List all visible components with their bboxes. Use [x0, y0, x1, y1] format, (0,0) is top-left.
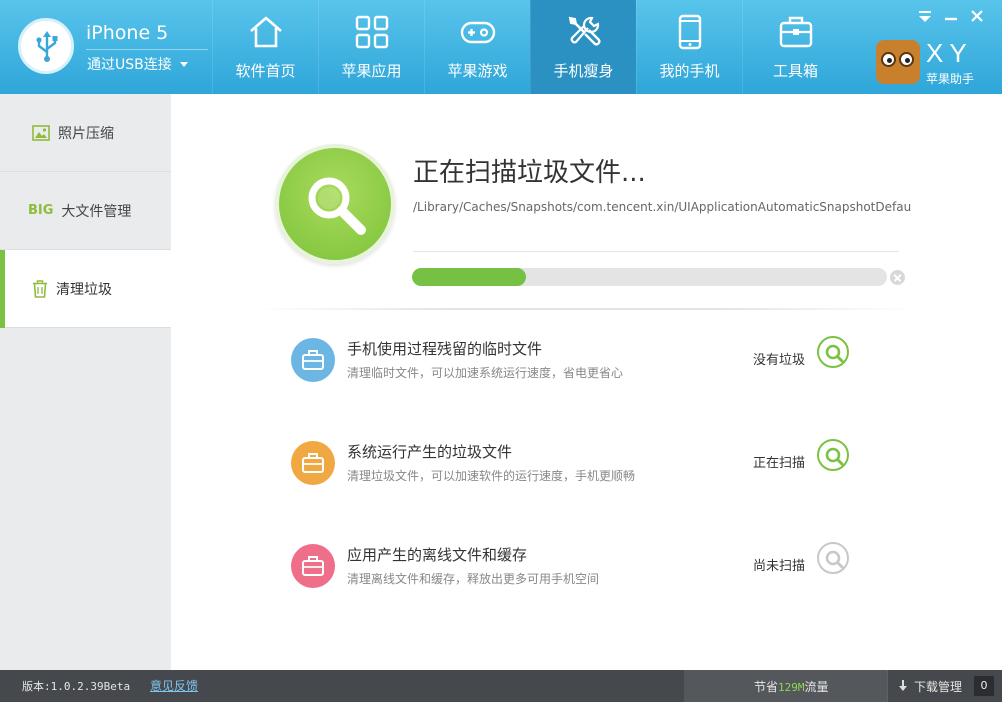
apps-grid-icon [355, 15, 389, 49]
category-box-icon [291, 441, 335, 485]
logo-subtitle: 苹果助手 [926, 72, 975, 86]
feedback-link[interactable]: 意见反馈 [150, 677, 198, 694]
photo-icon [32, 124, 50, 141]
sidebar: 照片压缩 BIG 大文件管理 清理垃圾 [0, 94, 171, 670]
scan-status-icon [275, 144, 395, 264]
scan-progress-fill [412, 268, 526, 286]
traffic-suffix: 流量 [804, 680, 829, 694]
search-icon [825, 447, 844, 466]
nav-myphone[interactable]: 我的手机 [636, 0, 742, 94]
download-count-badge: 0 [974, 676, 994, 696]
scan-current-path: /Library/Caches/Snapshots/com.tencent.xi… [413, 200, 911, 214]
device-panel[interactable]: iPhone 5 通过USB连接 [0, 0, 212, 94]
sidebar-item-label: 照片压缩 [58, 125, 114, 142]
main-panel: 正在扫描垃圾文件... /Library/Caches/Snapshots/co… [171, 94, 1002, 670]
magnifier-icon [308, 177, 366, 235]
category-box-icon [291, 338, 335, 382]
category-box-icon [291, 544, 335, 588]
download-manager-button[interactable]: 下载管理 0 [887, 670, 1002, 702]
category-title: 应用产生的离线文件和缓存 [347, 546, 528, 564]
nav-apps[interactable]: 苹果应用 [318, 0, 424, 94]
chevron-down-icon [179, 61, 188, 67]
big-file-icon: BIG [28, 203, 54, 218]
trash-icon [33, 279, 47, 298]
traffic-amount: 129M [778, 681, 805, 694]
category-title: 系统运行产生的垃圾文件 [347, 443, 513, 461]
version-label: 版本:1.0.2.39Beta [22, 680, 131, 693]
sidebar-item-large-files[interactable]: BIG 大文件管理 [0, 172, 171, 250]
connection-dropdown[interactable]: 通过USB连接 [87, 54, 188, 74]
category-status: 尚未扫描 [753, 559, 806, 574]
junk-category-temp-files: 手机使用过程残留的临时文件 清理临时文件，可以加速系统运行速度，省电更省心 没有… [291, 336, 851, 386]
category-title: 手机使用过程残留的临时文件 [347, 340, 543, 358]
window-controls [912, 8, 990, 26]
logo-text: XY [926, 38, 973, 68]
junk-category-app-cache: 应用产生的离线文件和缓存 清理离线文件和缓存，释放出更多可用手机空间 尚未扫描 [291, 542, 851, 592]
traffic-saved: 节省129M流量 [684, 670, 887, 702]
app-logo: XY 苹果助手 [870, 38, 990, 90]
category-description: 清理离线文件和缓存，释放出更多可用手机空间 [347, 572, 600, 586]
gamepad-icon [460, 21, 496, 44]
sidebar-item-label: 清理垃圾 [56, 281, 112, 298]
nav-home[interactable]: 软件首页 [212, 0, 318, 94]
nav-toolbox[interactable]: 工具箱 [742, 0, 848, 94]
top-header: iPhone 5 通过USB连接 软件首页 苹果应用 苹果游戏 手机瘦身 我的手… [0, 0, 1002, 94]
section-divider [255, 308, 915, 310]
scan-title: 正在扫描垃圾文件... [413, 158, 646, 188]
category-status: 正在扫描 [753, 456, 806, 471]
traffic-prefix: 节省 [754, 680, 779, 694]
main-nav: 软件首页 苹果应用 苹果游戏 手机瘦身 我的手机 工具箱 [212, 0, 848, 94]
download-label: 下载管理 [914, 680, 963, 694]
close-icon [971, 10, 983, 22]
nav-games[interactable]: 苹果游戏 [424, 0, 530, 94]
sidebar-item-clean-junk[interactable]: 清理垃圾 [0, 250, 171, 328]
traffic-saved-text: 节省129M流量 [754, 678, 829, 695]
sidebar-item-label: 大文件管理 [61, 203, 132, 220]
divider [413, 251, 899, 252]
download-icon [899, 680, 907, 691]
cancel-scan-button[interactable] [890, 270, 905, 285]
category-description: 清理垃圾文件，可以加速软件的运行速度，手机更顺畅 [347, 469, 636, 483]
owl-logo-icon [876, 40, 920, 84]
nav-slim[interactable]: 手机瘦身 [530, 0, 636, 94]
nav-myphone-label: 我的手机 [659, 62, 720, 80]
minimize-icon [945, 17, 957, 21]
device-name: iPhone 5 [86, 22, 169, 44]
status-bar: 版本:1.0.2.39Beta 意见反馈 节省129M流量 下载管理 0 [0, 670, 1002, 702]
nav-slim-label: 手机瘦身 [553, 62, 614, 80]
minimize-button[interactable] [938, 8, 964, 26]
wrench-icon [568, 16, 601, 46]
menu-dropdown-button[interactable] [912, 8, 938, 26]
category-description: 清理临时文件，可以加速系统运行速度，省电更省心 [347, 366, 624, 380]
nav-apps-label: 苹果应用 [341, 62, 402, 80]
menu-arrow-icon [919, 11, 931, 22]
category-scan-button[interactable] [817, 439, 849, 471]
category-status: 没有垃圾 [753, 353, 806, 368]
phone-icon [678, 14, 702, 50]
device-divider [86, 49, 208, 50]
usb-icon [18, 18, 74, 74]
toolbox-icon [779, 16, 813, 48]
junk-category-system-files: 系统运行产生的垃圾文件 清理垃圾文件，可以加速软件的运行速度，手机更顺畅 正在扫… [291, 439, 851, 489]
connection-label: 通过USB连接 [87, 57, 172, 73]
nav-toolbox-label: 工具箱 [772, 62, 818, 80]
nav-games-label: 苹果游戏 [447, 62, 508, 80]
nav-home-label: 软件首页 [235, 62, 296, 80]
search-icon [825, 550, 844, 569]
close-button[interactable] [964, 8, 990, 26]
sidebar-item-photo-compress[interactable]: 照片压缩 [0, 94, 171, 172]
category-scan-button[interactable] [817, 542, 849, 574]
search-icon [825, 344, 844, 363]
home-icon [250, 16, 282, 48]
scan-progress-bar [412, 268, 887, 286]
category-scan-button[interactable] [817, 336, 849, 368]
